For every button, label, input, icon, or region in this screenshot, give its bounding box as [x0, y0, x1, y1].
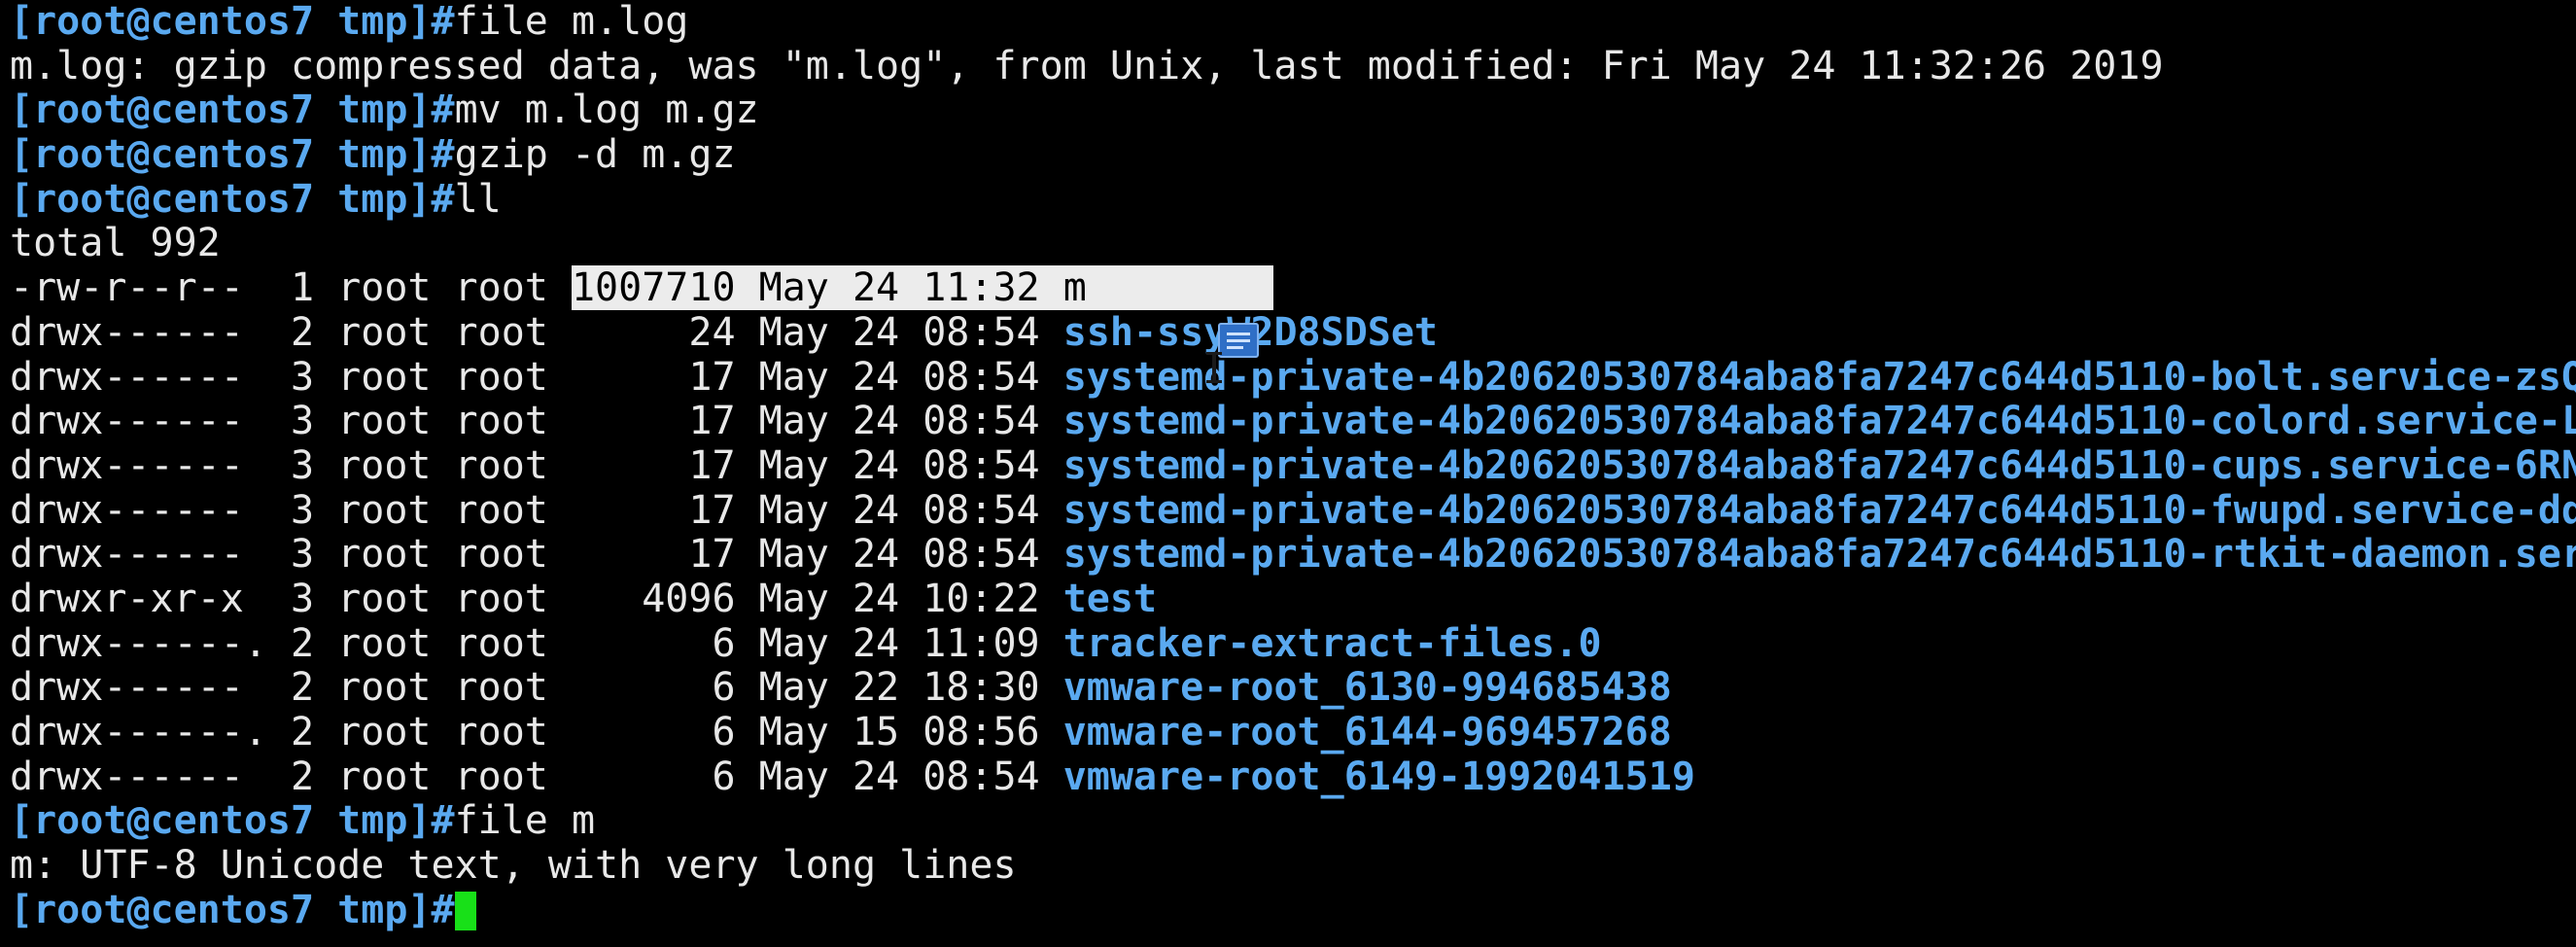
shell-prompt: [root@centos7 tmp]#	[10, 887, 455, 932]
listing-meta: drwx------ 2 root root 6 May 24 08:54	[10, 754, 1063, 799]
directory-name[interactable]: vmware-root_6144-969457268	[1063, 710, 1672, 754]
selected-text[interactable]: 1007710 May 24 11:32 m	[571, 265, 1274, 311]
listing-row[interactable]: drwx------. 2 root root 6 May 24 11:09 t…	[10, 620, 2576, 667]
shell-prompt: [root@centos7 tmp]#	[10, 176, 455, 222]
listing-row[interactable]: drwx------ 3 root root 17 May 24 08:54 s…	[10, 354, 2576, 401]
listing-meta: drwx------. 2 root root 6 May 24 11:09	[10, 620, 1063, 666]
text-cursor-block[interactable]	[454, 891, 476, 930]
terminal-line: [root@centos7 tmp]#ll	[10, 176, 2576, 223]
listing-meta: -rw-r--r-- 1 root root	[10, 265, 572, 311]
listing-meta: drwx------ 3 root root 17 May 24 08:54	[10, 354, 1063, 400]
terminal-line: total 992	[10, 222, 2576, 266]
directory-name[interactable]: systemd-private-4b20620530784aba8fa7247c…	[1063, 355, 2576, 400]
listing-row[interactable]: drwx------ 3 root root 17 May 24 08:54 s…	[10, 532, 2576, 578]
directory-name[interactable]: vmware-root_6149-1992041519	[1063, 754, 1695, 799]
listing-meta: drwx------ 2 root root 24 May 24 08:54	[10, 309, 1063, 355]
listing-meta: drwxr-xr-x 3 root root 4096 May 24 10:22	[10, 576, 1063, 621]
shell-prompt: [root@centos7 tmp]#	[10, 0, 455, 44]
listing-row[interactable]: drwx------ 2 root root 6 May 22 18:30 vm…	[10, 665, 2576, 711]
terminal-line: m: UTF-8 Unicode text, with very long li…	[10, 843, 2576, 889]
listing-meta: drwx------. 2 root root 6 May 15 08:56	[10, 710, 1063, 754]
command-text: mv m.log m.gz	[454, 88, 759, 133]
listing-row[interactable]: drwx------ 3 root root 17 May 24 08:54 s…	[10, 487, 2576, 534]
directory-name[interactable]: tracker-extract-files.0	[1063, 621, 1602, 666]
terminal-line: [root@centos7 tmp]#file m	[10, 799, 2576, 844]
directory-name[interactable]: systemd-private-4b20620530784aba8fa7247c…	[1063, 443, 2576, 488]
listing-size-date-name: 1007710 May 24 11:32 m	[571, 265, 1087, 311]
command-text: ll	[454, 176, 502, 222]
listing-row[interactable]: -rw-r--r-- 1 root root 1007710 May 24 11…	[10, 265, 2576, 311]
listing-meta: drwx------ 3 root root 17 May 24 08:54	[10, 399, 1063, 444]
drag-document-icon	[1218, 323, 1259, 358]
directory-name[interactable]: test	[1063, 577, 1157, 621]
listing-meta: drwx------ 3 root root 17 May 24 08:54	[10, 487, 1063, 533]
directory-name[interactable]: systemd-private-4b20620530784aba8fa7247c…	[1063, 488, 2576, 533]
terminal-window[interactable]: [root@centos7 tmp]#file m.log m.log: gzi…	[0, 0, 2576, 947]
listing-row[interactable]: drwx------ 3 root root 17 May 24 08:54 s…	[10, 399, 2576, 444]
directory-name[interactable]: systemd-private-4b20620530784aba8fa7247c…	[1063, 399, 2576, 443]
listing-meta: drwx------ 2 root root 6 May 22 18:30	[10, 665, 1063, 711]
listing-total: total 992	[10, 221, 221, 266]
directory-name[interactable]: vmware-root_6130-994685438	[1063, 665, 1672, 710]
listing-meta: drwx------ 3 root root 17 May 24 08:54	[10, 442, 1063, 488]
shell-prompt: [root@centos7 tmp]#	[10, 132, 455, 178]
terminal-input-line[interactable]: [root@centos7 tmp]#	[10, 887, 2576, 933]
listing-meta: drwx------ 3 root root 17 May 24 08:54	[10, 532, 1063, 578]
command-output: m: UTF-8 Unicode text, with very long li…	[10, 843, 1017, 889]
terminal-line: [root@centos7 tmp]#mv m.log m.gz	[10, 88, 2576, 133]
terminal-line: [root@centos7 tmp]#gzip -d m.gz	[10, 132, 2576, 178]
listing-row[interactable]: drwxr-xr-x 3 root root 4096 May 24 10:22…	[10, 576, 2576, 622]
terminal-line: [root@centos7 tmp]#file m.log	[10, 0, 2576, 45]
shell-prompt: [root@centos7 tmp]#	[10, 88, 455, 133]
command-output: m.log: gzip compressed data, was "m.log"…	[10, 43, 2164, 88]
listing-row[interactable]: drwx------ 3 root root 17 May 24 08:54 s…	[10, 442, 2576, 489]
listing-row[interactable]: drwx------ 2 root root 24 May 24 08:54 s…	[10, 309, 2576, 356]
selection-padding	[1087, 265, 1274, 310]
command-text: gzip -d m.gz	[454, 132, 736, 178]
directory-name[interactable]: systemd-private-4b20620530784aba8fa7247c…	[1063, 532, 2576, 577]
command-text: file m.log	[454, 0, 689, 44]
text-ibeam-cursor-icon	[1206, 352, 1222, 383]
command-text: file m	[454, 798, 596, 844]
listing-row[interactable]: drwx------. 2 root root 6 May 15 08:56 v…	[10, 710, 2576, 755]
listing-row[interactable]: drwx------ 2 root root 6 May 24 08:54 vm…	[10, 754, 2576, 800]
terminal-line: m.log: gzip compressed data, was "m.log"…	[10, 43, 2576, 89]
shell-prompt: [root@centos7 tmp]#	[10, 798, 455, 844]
